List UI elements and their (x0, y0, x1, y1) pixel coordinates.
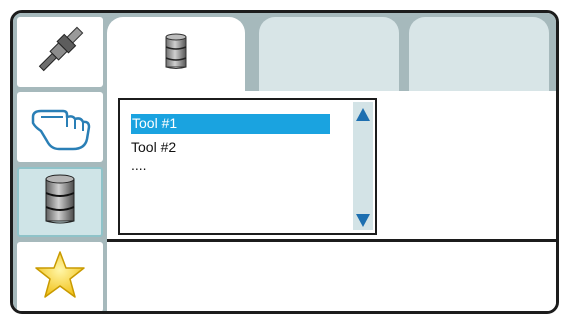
database-icon (164, 33, 188, 76)
sidebar-item-star[interactable] (17, 242, 103, 311)
triangle-down-icon (356, 213, 370, 227)
database-icon (42, 174, 78, 231)
tool-window: Tool #1 Tool #2 .... (10, 10, 559, 314)
list-item[interactable]: .... (131, 156, 147, 176)
tab-3[interactable] (409, 17, 549, 91)
hand-pointer-icon (29, 97, 91, 158)
scrollbar[interactable] (353, 102, 373, 230)
sidebar (13, 13, 107, 311)
tool-listbox[interactable]: Tool #1 Tool #2 .... (118, 98, 377, 235)
star-icon (34, 250, 86, 305)
sidebar-item-tool[interactable] (17, 17, 103, 87)
tab-database[interactable] (107, 17, 245, 91)
scroll-up-button[interactable] (355, 106, 371, 122)
sidebar-item-hand[interactable] (17, 92, 103, 162)
tool-icon (32, 22, 88, 83)
sidebar-item-database[interactable] (17, 167, 103, 237)
divider (107, 239, 556, 242)
list-item[interactable]: Tool #1 (131, 114, 330, 134)
scroll-down-button[interactable] (355, 212, 371, 228)
tab-2[interactable] (259, 17, 399, 91)
triangle-up-icon (356, 107, 370, 121)
list-item[interactable]: Tool #2 (131, 138, 176, 158)
